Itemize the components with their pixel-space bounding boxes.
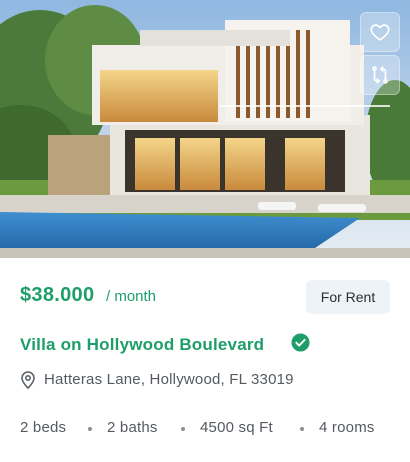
feature-rooms: 4 rooms [319, 419, 375, 436]
feature-area: 4500 sq Ft [200, 419, 273, 436]
compare-arrows-icon [372, 66, 388, 84]
compare-button[interactable] [360, 55, 400, 95]
heart-icon [370, 24, 390, 41]
separator-dot [300, 427, 304, 431]
price-row: $38.000 / month For Rent [20, 280, 390, 314]
price-period: / month [106, 288, 157, 305]
property-card[interactable]: $38.000 / month For Rent Villa on Hollyw… [0, 0, 410, 462]
villa-image [0, 0, 410, 258]
property-address: Hatteras Lane, Hollywood, FL 33019 [44, 371, 294, 388]
favorite-button[interactable] [360, 12, 400, 52]
status-badge: For Rent [306, 280, 390, 314]
feature-beds: 2 beds [20, 419, 67, 436]
property-title[interactable]: Villa on Hollywood Boulevard [20, 335, 264, 355]
address-row: Hatteras Lane, Hollywood, FL 33019 [20, 370, 390, 390]
feature-baths: 2 baths [107, 419, 158, 436]
location-pin-icon [21, 371, 35, 389]
separator-dot [88, 427, 92, 431]
price: $38.000 [20, 284, 95, 306]
separator-dot [181, 427, 185, 431]
verified-check-icon [291, 333, 310, 352]
property-photo[interactable] [0, 0, 410, 258]
features-row: 2 beds 2 baths 4500 sq Ft 4 rooms [20, 419, 400, 439]
title-row: Villa on Hollywood Boulevard [20, 333, 390, 357]
